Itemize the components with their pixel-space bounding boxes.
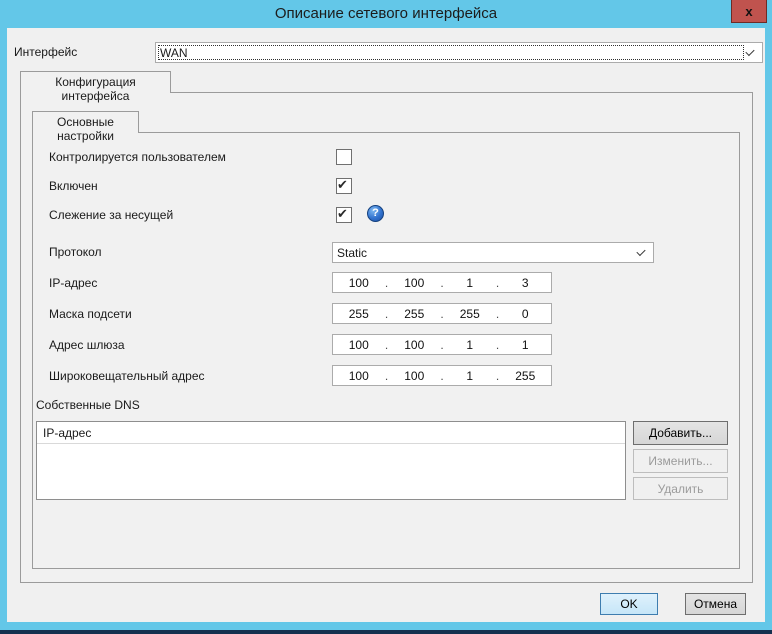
x-icon: x <box>745 4 752 19</box>
octet: 3 <box>500 276 552 290</box>
gateway-input[interactable]: 100.100.1.1 <box>332 334 552 355</box>
octet: 255 <box>500 369 552 383</box>
user-controlled-label: Контролируется пользователем <box>49 150 226 164</box>
tab-interface-configuration[interactable]: Конфигурация интерфейса <box>20 71 171 93</box>
protocol-select-value: Static <box>337 246 367 260</box>
own-dns-label: Собственные DNS <box>36 398 140 412</box>
tab-label: Конфигурация интерфейса <box>55 75 136 103</box>
dialog-body: Интерфейс WAN Конфигурация интерфейса Ос… <box>7 28 765 622</box>
carrier-tracking-label: Слежение за несущей <box>49 208 173 222</box>
ok-button[interactable]: OK <box>600 593 658 615</box>
title-bar: Описание сетевого интерфейса x <box>0 0 772 28</box>
edit-button-label: Изменить... <box>648 454 712 468</box>
protocol-select[interactable]: Static <box>332 242 654 263</box>
delete-button-label: Удалить <box>658 482 704 496</box>
protocol-label: Протокол <box>49 245 102 259</box>
chevron-down-icon <box>745 47 754 56</box>
dns-list-header-label: IP-адрес <box>43 426 91 440</box>
octet: 100 <box>333 338 385 352</box>
interface-combobox[interactable]: WAN <box>155 42 763 63</box>
close-button[interactable]: x <box>731 0 767 23</box>
gateway-label: Адрес шлюза <box>49 338 125 352</box>
ip-address-input[interactable]: 100.100.1.3 <box>332 272 552 293</box>
octet: 100 <box>389 276 441 290</box>
tab-basic-settings[interactable]: Основные настройки <box>32 111 139 133</box>
carrier-tracking-checkbox[interactable] <box>336 207 352 223</box>
ip-address-label: IP-адрес <box>49 276 97 290</box>
tab-label: Основные настройки <box>57 115 114 143</box>
subnet-mask-label: Маска подсети <box>49 307 132 321</box>
help-icon[interactable]: ? <box>367 205 384 222</box>
dns-list-header: IP-адрес <box>37 422 625 444</box>
octet: 1 <box>444 369 496 383</box>
dns-list[interactable]: IP-адрес <box>36 421 626 500</box>
network-interface-dialog: Описание сетевого интерфейса x Интерфейс… <box>0 0 772 634</box>
user-controlled-checkbox[interactable] <box>336 149 352 165</box>
broadcast-label: Широковещательный адрес <box>49 369 205 383</box>
octet: 100 <box>333 276 385 290</box>
focus-rect <box>158 45 744 60</box>
chevron-down-icon <box>636 247 645 256</box>
octet: 100 <box>389 369 441 383</box>
octet: 255 <box>333 307 385 321</box>
add-button-label: Добавить... <box>649 426 712 440</box>
octet: 100 <box>389 338 441 352</box>
enabled-checkbox[interactable] <box>336 178 352 194</box>
interface-label: Интерфейс <box>14 45 77 59</box>
octet: 1 <box>444 338 496 352</box>
cancel-button[interactable]: Отмена <box>685 593 746 615</box>
octet: 0 <box>500 307 552 321</box>
octet: 255 <box>389 307 441 321</box>
ok-button-label: OK <box>620 597 637 611</box>
window-bottom-edge <box>0 630 772 634</box>
dialog-title: Описание сетевого интерфейса <box>0 5 772 22</box>
broadcast-input[interactable]: 100.100.1.255 <box>332 365 552 386</box>
octet: 1 <box>500 338 552 352</box>
edit-button[interactable]: Изменить... <box>633 449 728 473</box>
octet: 1 <box>444 276 496 290</box>
interface-combobox-value: WAN <box>160 46 188 60</box>
question-mark-glyph: ? <box>372 207 379 219</box>
add-button[interactable]: Добавить... <box>633 421 728 445</box>
octet: 100 <box>333 369 385 383</box>
delete-button[interactable]: Удалить <box>633 477 728 500</box>
octet: 255 <box>444 307 496 321</box>
enabled-label: Включен <box>49 179 98 193</box>
cancel-button-label: Отмена <box>694 597 737 611</box>
subnet-mask-input[interactable]: 255.255.255.0 <box>332 303 552 324</box>
